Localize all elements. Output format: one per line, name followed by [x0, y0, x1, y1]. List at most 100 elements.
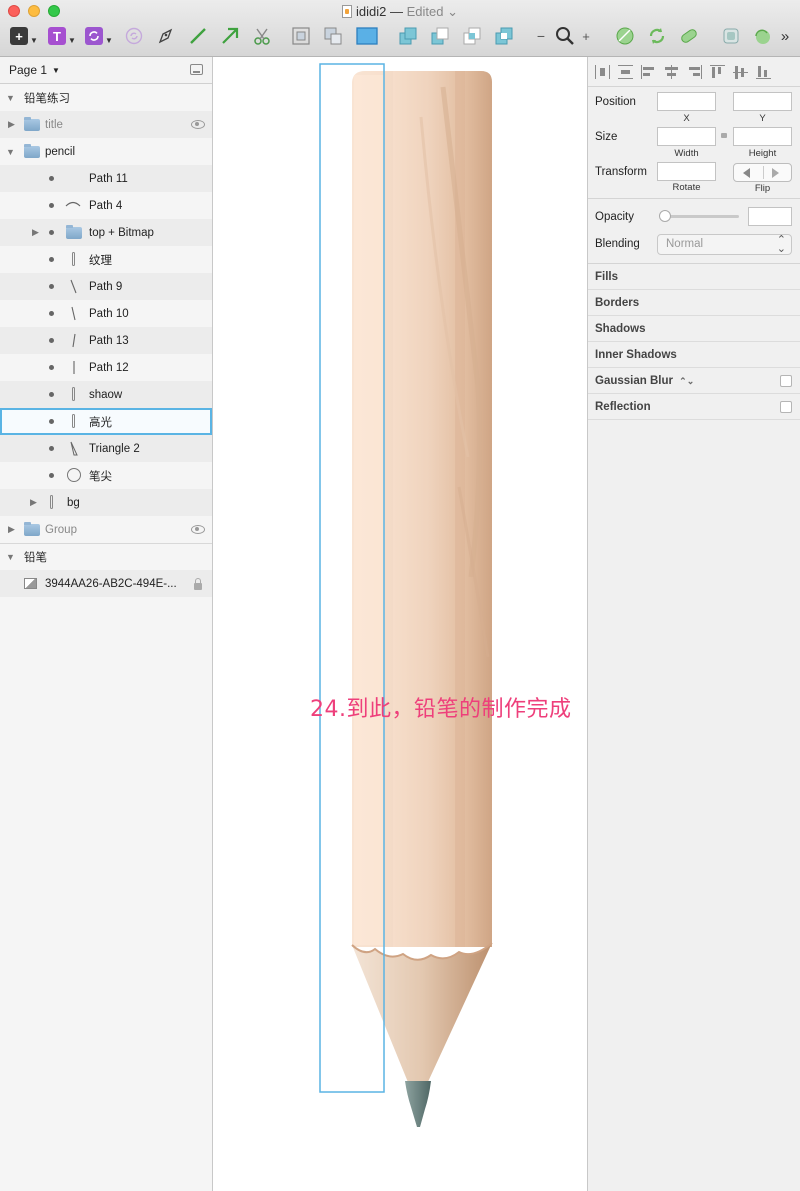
layer-row-triangle-2[interactable]: Triangle 2 [0, 435, 212, 462]
page-selector[interactable]: Page 1 ▼ [0, 57, 212, 84]
distribute-horizontal-icon[interactable] [595, 64, 610, 79]
inner-shadows-section[interactable]: Inner Shadows [588, 342, 800, 368]
flatten-button[interactable] [678, 25, 700, 47]
flip-horizontal-icon[interactable] [743, 168, 750, 178]
opacity-input[interactable] [748, 207, 792, 226]
layer-row-path-11[interactable]: Path 11 [0, 165, 212, 192]
layer-row-pencil[interactable]: ▼ pencil [0, 138, 212, 165]
page-selector-label: Page 1 [9, 63, 48, 77]
zoom-out-button[interactable]: − [536, 25, 546, 47]
toggle-pages-icon[interactable] [190, 64, 203, 75]
zoom-in-button[interactable]: + [580, 25, 592, 47]
disclosure-open-icon[interactable]: ▼ [6, 147, 15, 157]
disclosure-closed-icon[interactable]: ▶ [8, 119, 15, 130]
arrow-tool-button[interactable] [219, 25, 241, 47]
layer-row-path-12[interactable]: Path 12 [0, 354, 212, 381]
align-center-icon[interactable] [664, 64, 679, 79]
width-input[interactable] [657, 127, 716, 146]
align-top-icon[interactable] [710, 64, 725, 79]
reflection-checkbox[interactable] [780, 401, 792, 413]
flip-vertical-icon[interactable] [772, 168, 779, 178]
distribute-vertical-icon[interactable] [618, 64, 633, 79]
group-button[interactable] [290, 25, 312, 47]
union-button[interactable] [397, 25, 419, 47]
reflection-section[interactable]: Reflection [588, 394, 800, 420]
mask-icon [616, 27, 634, 45]
layer-row-slice[interactable]: 3944AA26-AB2C-494E-... [0, 570, 212, 597]
layer-row-shaow[interactable]: shaow [0, 381, 212, 408]
pencil-cone[interactable] [352, 943, 492, 1097]
line-path-icon [71, 306, 76, 321]
opacity-slider-knob[interactable] [659, 210, 671, 222]
intersect-button[interactable] [461, 25, 483, 47]
layer-row-path-10[interactable]: Path 10 [0, 300, 212, 327]
pencil-artwork[interactable] [213, 57, 587, 1191]
layer-row-bg[interactable]: ▶ bg [0, 489, 212, 516]
disclosure-closed-icon[interactable]: ▶ [30, 497, 37, 508]
title-chevron-icon[interactable]: ⌄ [447, 4, 458, 19]
disclosure-open-icon[interactable]: ▼ [6, 93, 15, 103]
subtract-button[interactable] [429, 25, 451, 47]
opacity-slider[interactable] [659, 210, 739, 222]
height-label: Height [748, 148, 777, 159]
gaussian-blur-section[interactable]: Gaussian Blur ⌃⌄ [588, 368, 800, 394]
fills-section[interactable]: Fills [588, 264, 800, 290]
mask-button[interactable] [614, 25, 636, 47]
layer-style-button[interactable] [720, 25, 742, 47]
design-canvas[interactable]: 24.到此，铅笔的制作完成 [213, 57, 587, 1191]
artboard-button[interactable] [355, 25, 379, 47]
folder-icon [24, 116, 40, 131]
create-symbol-button[interactable] [124, 25, 144, 47]
lock-icon[interactable] [194, 578, 202, 590]
zoom-button[interactable] [554, 25, 576, 47]
gaussian-blur-checkbox[interactable] [780, 375, 792, 387]
layer-row-top-bitmap[interactable]: ▶ top + Bitmap [0, 219, 212, 246]
vector-tool-button[interactable] [156, 25, 176, 47]
layer-row-title[interactable]: ▶ title [0, 111, 212, 138]
layer-row-path-4[interactable]: Path 4 [0, 192, 212, 219]
blur-type-chevron-icon[interactable]: ⌃⌄ [679, 376, 694, 386]
union-icon [399, 27, 417, 45]
layer-row-page-group[interactable]: ▼ 铅笔练习 [0, 84, 212, 111]
borders-section[interactable]: Borders [588, 290, 800, 316]
flip-control[interactable] [733, 163, 792, 182]
eye-icon[interactable] [191, 525, 205, 534]
shadows-section[interactable]: Shadows [588, 316, 800, 342]
layer-row-path-13[interactable]: Path 13 [0, 327, 212, 354]
align-bottom-icon[interactable] [756, 65, 771, 79]
rotate-input[interactable] [657, 162, 716, 181]
height-input[interactable] [733, 127, 792, 146]
position-x-input[interactable] [657, 92, 716, 111]
line-tool-button[interactable] [187, 25, 209, 47]
create-symbol-icon [125, 27, 143, 45]
layer-row-path-9[interactable]: Path 9 [0, 273, 212, 300]
align-right-icon[interactable] [687, 64, 702, 79]
disclosure-open-icon[interactable]: ▼ [6, 552, 15, 562]
disclosure-closed-icon[interactable]: ▶ [32, 227, 39, 238]
eye-icon[interactable] [191, 120, 205, 129]
insert-button[interactable]: + ▼ [10, 25, 38, 47]
ungroup-button[interactable] [322, 25, 344, 47]
layer-row-pencil-page[interactable]: ▼ 铅笔 [0, 543, 212, 570]
scissors-tool-button[interactable] [251, 25, 273, 47]
align-left-icon[interactable] [641, 64, 656, 79]
constrain-proportions-lock-icon[interactable] [721, 133, 727, 138]
text-glyph: T [53, 28, 61, 44]
align-middle-icon[interactable] [733, 65, 748, 79]
text-tool-button[interactable]: T ▼ [48, 25, 76, 47]
symbol-button[interactable]: ▼ [85, 25, 113, 47]
layer-row-group[interactable]: ▶ Group [0, 516, 212, 543]
layer-row-highlight-selected[interactable]: 高光 [0, 408, 212, 435]
difference-button[interactable] [493, 25, 515, 47]
pencil-lead[interactable] [405, 1081, 431, 1127]
shape-path-icon [50, 495, 53, 509]
rotate-icon [649, 28, 665, 44]
layer-row-texture[interactable]: 纹理 [0, 246, 212, 273]
layer-row-nib[interactable]: 笔尖 [0, 462, 212, 489]
disclosure-closed-icon[interactable]: ▶ [8, 524, 15, 535]
position-y-input[interactable] [733, 92, 792, 111]
more-toolbar-button[interactable]: » [778, 25, 792, 47]
rotate-copies-button[interactable] [646, 25, 668, 47]
blending-select[interactable]: Normal ⌃ ⌄ [657, 234, 792, 255]
mirror-button[interactable] [751, 25, 773, 47]
